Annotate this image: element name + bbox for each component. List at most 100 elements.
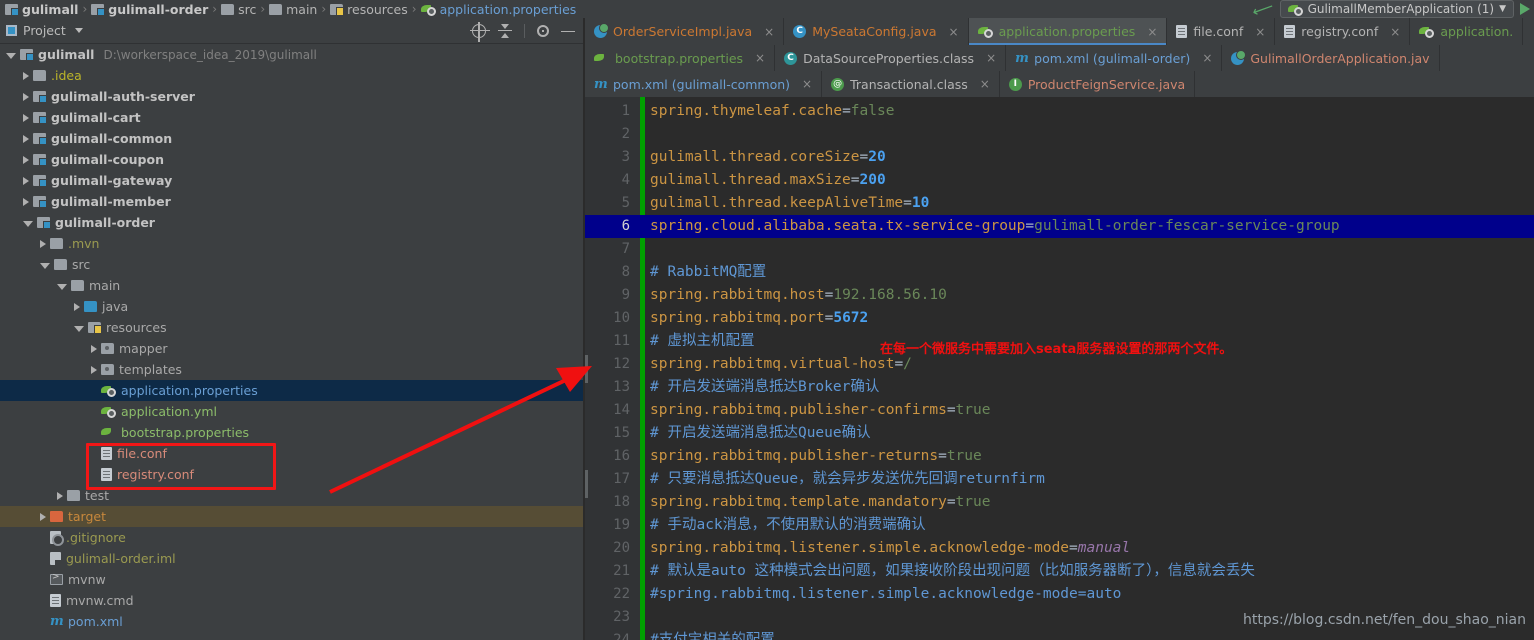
code-line[interactable] bbox=[585, 238, 1534, 261]
code-lines[interactable]: 1 spring.thymeleaf.cache=false 2 3 gulimall.… bbox=[585, 97, 1534, 640]
tree-row[interactable]: test bbox=[0, 485, 585, 506]
chevron-right-icon[interactable] bbox=[57, 491, 63, 500]
code-text[interactable]: spring.thymeleaf.cache=false bbox=[650, 100, 894, 123]
code-text[interactable]: # RabbitMQ配置 bbox=[650, 261, 766, 284]
breadcrumb-item-gulimall-order[interactable]: gulimall-order bbox=[88, 2, 211, 17]
chevron-right-icon[interactable] bbox=[23, 134, 29, 143]
breadcrumb-item-resources[interactable]: resources bbox=[327, 2, 411, 17]
tree-row[interactable]: main bbox=[0, 275, 585, 296]
code-line[interactable] bbox=[585, 123, 1534, 146]
chevron-down-icon[interactable] bbox=[57, 283, 67, 290]
code-text[interactable]: spring.rabbitmq.publisher-returns=true bbox=[650, 445, 982, 468]
code-text[interactable]: spring.cloud.alibaba.seata.tx-service-gr… bbox=[650, 215, 1340, 238]
code-text[interactable]: # 开启发送端消息抵达Broker确认 bbox=[650, 376, 879, 399]
close-icon[interactable]: × bbox=[1390, 26, 1400, 38]
tree-row[interactable]: gulimall D:\workerspace_idea_2019\gulimal… bbox=[0, 44, 585, 65]
close-icon[interactable]: × bbox=[980, 78, 990, 90]
breadcrumb-item-application-properties[interactable]: application.properties bbox=[418, 2, 580, 17]
tree-row[interactable]: registry.conf bbox=[0, 464, 585, 485]
editor-tab-pom-xml-gulimall-order-[interactable]: m pom.xml (gulimall-order) × bbox=[1006, 45, 1223, 71]
close-icon[interactable]: × bbox=[1202, 52, 1212, 64]
code-text[interactable]: spring.rabbitmq.virtual-host=/ bbox=[650, 353, 912, 376]
minimize-icon[interactable] bbox=[561, 24, 575, 38]
close-icon[interactable]: × bbox=[755, 52, 765, 64]
editor-tab-transactional-class[interactable]: @ Transactional.class × bbox=[822, 71, 1000, 97]
editor-tab-pom-xml-gulimall-common-[interactable]: m pom.xml (gulimall-common) × bbox=[585, 71, 823, 97]
locate-in-tree-icon[interactable] bbox=[470, 21, 490, 42]
chevron-right-icon[interactable] bbox=[23, 155, 29, 164]
tree-row[interactable]: gulimall-member bbox=[0, 191, 585, 212]
tree-row[interactable]: gulimall-gateway bbox=[0, 170, 585, 191]
tree-row[interactable]: gulimall-coupon bbox=[0, 149, 585, 170]
code-text[interactable]: gulimall.thread.coreSize=20 bbox=[650, 146, 886, 169]
tree-row[interactable]: gulimall-cart bbox=[0, 107, 585, 128]
tree-row[interactable]: bootstrap.properties bbox=[0, 422, 585, 443]
code-text[interactable]: # 虚拟主机配置 bbox=[650, 330, 754, 353]
tree-row[interactable]: target bbox=[0, 506, 585, 527]
gear-icon[interactable] bbox=[537, 24, 549, 37]
tree-row[interactable]: gulimall-common bbox=[0, 128, 585, 149]
editor-tab-application-[interactable]: application. bbox=[1410, 18, 1524, 45]
tree-row[interactable]: java bbox=[0, 296, 585, 317]
tree-row[interactable]: mvnw bbox=[0, 569, 585, 590]
collapse-all-icon[interactable] bbox=[498, 23, 512, 38]
code-text[interactable]: # 默认是auto 这种模式会出问题，如果接收阶段出现问题（比如服务器断了），信… bbox=[650, 560, 1255, 583]
editor-tab-registry-conf[interactable]: registry.conf × bbox=[1275, 18, 1411, 45]
close-icon[interactable]: × bbox=[802, 78, 812, 90]
close-icon[interactable]: × bbox=[986, 52, 996, 64]
editor-tab-file-conf[interactable]: file.conf × bbox=[1167, 18, 1276, 45]
code-text[interactable]: #spring.rabbitmq.listener.simple.acknowl… bbox=[650, 583, 1121, 606]
tree-row[interactable]: gulimall-order bbox=[0, 212, 585, 233]
breadcrumb-item-src[interactable]: src bbox=[218, 2, 259, 17]
close-icon[interactable]: × bbox=[764, 26, 774, 38]
editor-tab-application-properties[interactable]: application.properties × bbox=[968, 18, 1168, 45]
chevron-right-icon[interactable] bbox=[91, 344, 97, 353]
code-text[interactable]: gulimall.thread.keepAliveTime=10 bbox=[650, 192, 929, 215]
code-text[interactable]: # 手动ack消息，不使用默认的消费端确认 bbox=[650, 514, 926, 537]
chevron-right-icon[interactable] bbox=[91, 365, 97, 374]
code-text[interactable]: #支付宝相关的配置 bbox=[650, 629, 775, 640]
tree-row[interactable]: m pom.xml bbox=[0, 611, 585, 632]
project-panel-title[interactable]: Project bbox=[6, 23, 83, 38]
chevron-down-icon[interactable] bbox=[74, 325, 84, 332]
editor-tab-myseataconfig-java[interactable]: C MySeataConfig.java × bbox=[784, 18, 969, 45]
tree-row[interactable]: .mvn bbox=[0, 233, 585, 254]
chevron-right-icon[interactable] bbox=[74, 302, 80, 311]
chevron-down-icon[interactable] bbox=[74, 28, 83, 33]
code-text[interactable]: spring.rabbitmq.template.mandatory=true bbox=[650, 491, 990, 514]
chevron-down-icon[interactable] bbox=[6, 52, 16, 59]
code-text[interactable]: # 只要消息抵达Queue，就会异步发送优先回调returnfirm bbox=[650, 468, 1045, 491]
tree-row[interactable]: gulimall-auth-server bbox=[0, 86, 585, 107]
chevron-right-icon[interactable] bbox=[23, 92, 29, 101]
code-text[interactable]: spring.rabbitmq.listener.simple.acknowle… bbox=[650, 537, 1130, 560]
close-icon[interactable]: × bbox=[949, 26, 959, 38]
breadcrumb-item-gulimall[interactable]: gulimall bbox=[2, 2, 81, 17]
chevron-right-icon[interactable] bbox=[40, 512, 46, 521]
code-text[interactable]: gulimall.thread.maxSize=200 bbox=[650, 169, 886, 192]
close-icon[interactable]: × bbox=[1255, 26, 1265, 38]
tree-row[interactable]: mvnw.cmd bbox=[0, 590, 585, 611]
editor-tab-productfeignservice-java[interactable]: I ProductFeignService.java bbox=[1000, 71, 1196, 97]
tree-row-selected[interactable]: application.properties bbox=[0, 380, 585, 401]
code-text[interactable]: spring.rabbitmq.publisher-confirms=true bbox=[650, 399, 990, 422]
tree-row[interactable]: .idea bbox=[0, 65, 585, 86]
run-button[interactable] bbox=[1520, 3, 1530, 15]
tree-row[interactable]: gulimall-order.iml bbox=[0, 548, 585, 569]
chevron-right-icon[interactable] bbox=[23, 71, 29, 80]
editor-tab-gulimallorderapplication-jav[interactable]: GulimallOrderApplication.jav bbox=[1222, 45, 1440, 71]
chevron-right-icon[interactable] bbox=[23, 197, 29, 206]
code-text[interactable]: spring.rabbitmq.port=5672 bbox=[650, 307, 868, 330]
chevron-right-icon[interactable] bbox=[23, 176, 29, 185]
chevron-down-icon[interactable] bbox=[40, 262, 50, 269]
editor-tab-datasourceproperties-class[interactable]: C DataSourceProperties.class × bbox=[775, 45, 1007, 71]
run-configuration-selector[interactable]: GulimallMemberApplication (1) ▼ bbox=[1279, 0, 1514, 18]
tree-row[interactable]: .gitignore bbox=[0, 527, 585, 548]
editor-tab-orderserviceimpl-java[interactable]: OrderServiceImpl.java × bbox=[585, 18, 785, 45]
tree-row[interactable]: file.conf bbox=[0, 443, 585, 464]
chevron-down-icon[interactable] bbox=[23, 220, 33, 227]
tree-row[interactable]: application.yml bbox=[0, 401, 585, 422]
close-icon[interactable]: × bbox=[1147, 26, 1157, 38]
code-editor[interactable]: 1 spring.thymeleaf.cache=false 2 3 gulimall.… bbox=[585, 97, 1534, 640]
chevron-right-icon[interactable] bbox=[23, 113, 29, 122]
chevron-right-icon[interactable] bbox=[40, 239, 46, 248]
